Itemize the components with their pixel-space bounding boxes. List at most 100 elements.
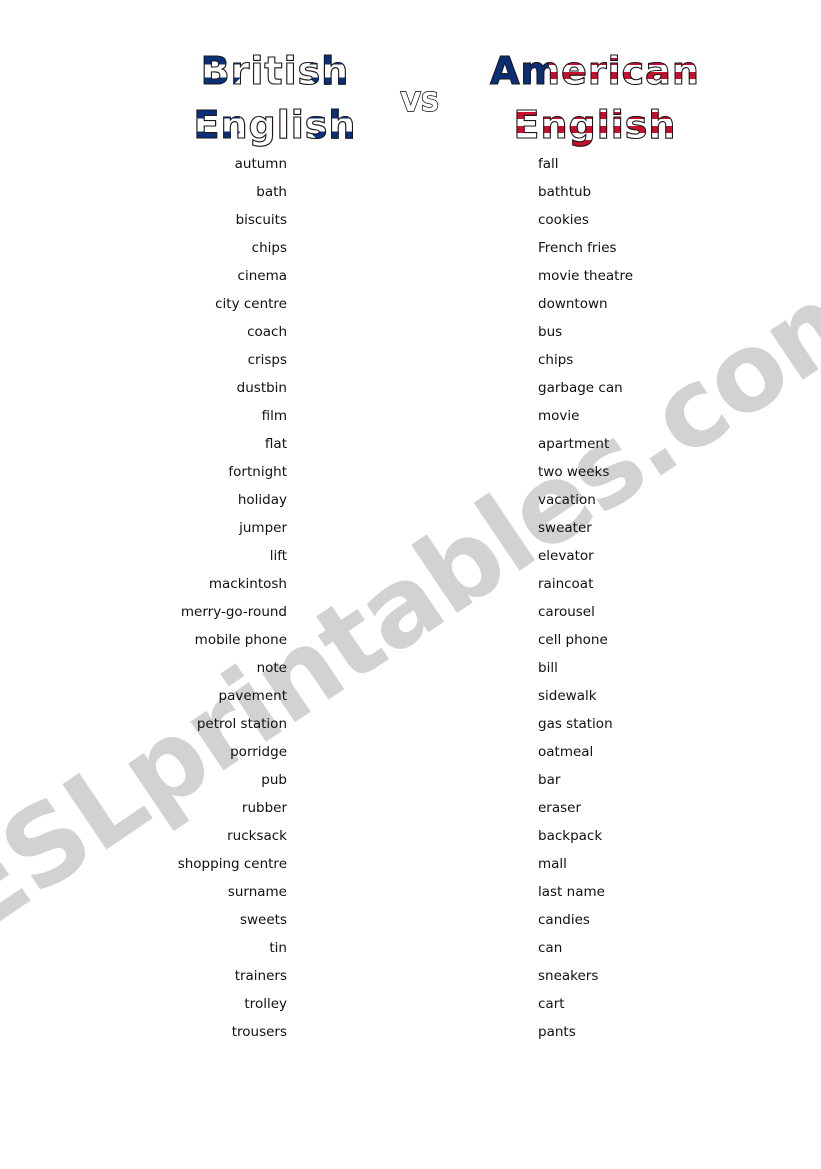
american-title-word: American [430, 44, 760, 98]
american-word: mall [538, 856, 567, 872]
word-pair-row: porridge oatmeal [0, 738, 821, 766]
british-word: surname [227, 884, 287, 900]
british-word: shopping centre [177, 856, 287, 872]
word-pair-row: pavement sidewalk [0, 682, 821, 710]
british-word: rubber [241, 800, 287, 816]
british-word: mackintosh [208, 576, 287, 592]
american-word: bar [538, 772, 561, 788]
word-pair-row: pub bar [0, 766, 821, 794]
british-word: tin [269, 940, 287, 956]
british-word: pub [261, 772, 287, 788]
word-pair-row: cinema movie theatre [0, 262, 821, 290]
british-word: holiday [237, 492, 287, 508]
word-pair-row: chips French fries [0, 234, 821, 262]
british-word: trainers [234, 968, 287, 984]
british-word: porridge [230, 744, 287, 760]
american-word: gas station [538, 716, 613, 732]
american-word: two weeks [538, 464, 610, 480]
american-word: carousel [538, 604, 595, 620]
british-word: bath [256, 184, 287, 200]
british-word: dustbin [236, 380, 287, 396]
word-pair-row: tin can [0, 934, 821, 962]
word-pair-row: trousers pants [0, 1018, 821, 1046]
british-word: pavement [218, 688, 287, 704]
american-word: last name [538, 884, 605, 900]
word-pair-row: crisps chips [0, 346, 821, 374]
british-word: autumn [234, 156, 287, 172]
word-pair-row: fortnight two weeks [0, 458, 821, 486]
american-word: French fries [538, 240, 617, 256]
american-word: downtown [538, 296, 608, 312]
british-word: rucksack [227, 828, 287, 844]
word-pair-row: holiday vacation [0, 486, 821, 514]
word-pair-row: film movie [0, 402, 821, 430]
word-pair-row: city centre downtown [0, 290, 821, 318]
word-pair-row: trainers sneakers [0, 962, 821, 990]
british-word: city centre [215, 296, 287, 312]
word-pair-list: autumn fall bath bathtub biscuits cookies chip… [0, 150, 821, 1046]
american-word: pants [538, 1024, 576, 1040]
word-pair-row: shopping centre mall [0, 850, 821, 878]
word-pair-row: trolley cart [0, 990, 821, 1018]
british-word: fortnight [228, 464, 287, 480]
word-pair-row: rucksack backpack [0, 822, 821, 850]
american-word: sweater [538, 520, 592, 536]
word-pair-row: lift elevator [0, 542, 821, 570]
american-word: can [538, 940, 563, 956]
british-word: trousers [231, 1024, 287, 1040]
word-pair-row: autumn fall [0, 150, 821, 178]
word-pair-row: surname last name [0, 878, 821, 906]
american-english-title: American English [430, 44, 760, 152]
american-word: sidewalk [538, 688, 597, 704]
british-word: chips [251, 240, 287, 256]
word-pair-row: coach bus [0, 318, 821, 346]
british-word: cinema [237, 268, 287, 284]
word-pair-row: note bill [0, 654, 821, 682]
british-word: coach [247, 324, 287, 340]
american-word: raincoat [538, 576, 594, 592]
british-word: merry-go-round [180, 604, 287, 620]
american-word: movie theatre [538, 268, 634, 284]
american-word: backpack [538, 828, 603, 844]
american-word: bus [538, 324, 563, 340]
word-pair-row: mackintosh raincoat [0, 570, 821, 598]
british-word: petrol station [196, 716, 287, 732]
american-word: garbage can [538, 380, 623, 396]
british-word: flat [264, 436, 287, 452]
british-word: mobile phone [194, 632, 287, 648]
american-word: oatmeal [538, 744, 594, 760]
word-pair-row: jumper sweater [0, 514, 821, 542]
american-word: vacation [538, 492, 596, 508]
american-word: apartment [538, 436, 610, 452]
british-word: note [256, 660, 287, 676]
american-word: movie [538, 408, 580, 424]
american-word: fall [538, 156, 559, 172]
american-word: cookies [538, 212, 589, 228]
word-pair-row: flat apartment [0, 430, 821, 458]
british-word: crisps [247, 352, 287, 368]
british-word: trolley [244, 996, 287, 1012]
american-word: cart [538, 996, 565, 1012]
american-word: chips [538, 352, 574, 368]
word-pair-row: bath bathtub [0, 178, 821, 206]
british-word: jumper [239, 520, 287, 536]
british-word: sweets [239, 912, 287, 928]
american-word: elevator [538, 548, 594, 564]
vs-separator-label: VS [400, 87, 440, 118]
word-pair-row: sweets candies [0, 906, 821, 934]
word-pair-row: dustbin garbage can [0, 374, 821, 402]
word-pair-row: biscuits cookies [0, 206, 821, 234]
british-word: film [261, 408, 287, 424]
american-word: sneakers [538, 968, 599, 984]
american-word: cell phone [538, 632, 608, 648]
american-english-word: English [430, 98, 760, 152]
american-word: eraser [538, 800, 582, 816]
word-pair-row: petrol station gas station [0, 710, 821, 738]
word-pair-row: merry-go-round carousel [0, 598, 821, 626]
word-pair-row: mobile phone cell phone [0, 626, 821, 654]
british-word: biscuits [235, 212, 287, 228]
american-word: bill [538, 660, 558, 676]
american-word: candies [538, 912, 590, 928]
word-pair-row: rubber eraser [0, 794, 821, 822]
british-word: lift [269, 548, 287, 564]
